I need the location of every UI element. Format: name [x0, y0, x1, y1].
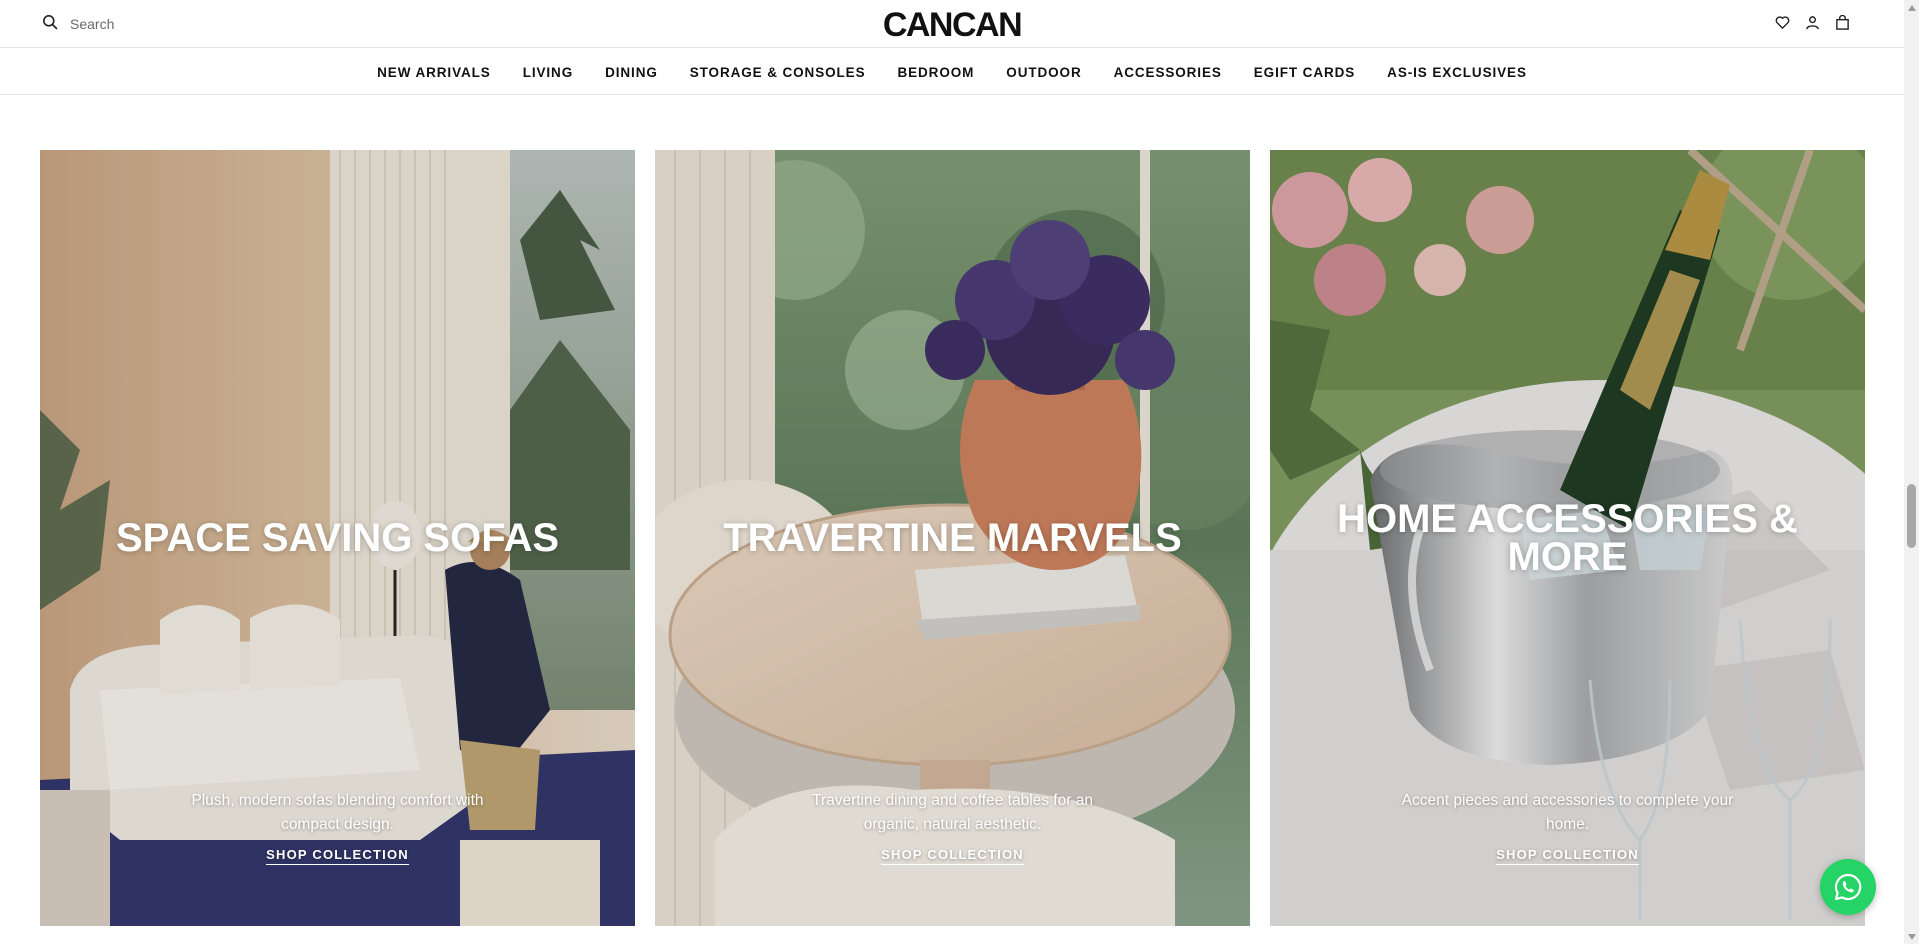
card-title: TRAVERTINE MARVELS: [723, 516, 1182, 560]
heart-icon[interactable]: [1774, 14, 1790, 30]
card-title: HOME ACCESSORIES & MORE: [1337, 497, 1798, 579]
header-actions: [1774, 14, 1850, 30]
collection-cards: SPACE SAVING SOFAS Plush, modern sofas b…: [40, 150, 1866, 926]
nav-item-as-is-exclusives[interactable]: AS-IS EXCLUSIVES: [1387, 65, 1527, 80]
nav-item-new-arrivals[interactable]: NEW ARRIVALS: [377, 65, 491, 80]
cart-icon[interactable]: [1834, 14, 1850, 30]
svg-text:CANCAN: CANCAN: [883, 7, 1021, 41]
account-icon[interactable]: [1804, 14, 1820, 30]
scroll-up-icon[interactable]: [1904, 0, 1919, 15]
nav-item-bedroom[interactable]: BEDROOM: [897, 65, 974, 80]
card-description: Plush, modern sofas blending comfort wit…: [191, 792, 484, 833]
nav-item-egift-cards[interactable]: EGIFT CARDS: [1254, 65, 1355, 80]
card-description: Travertine dining and coffee tables for …: [812, 792, 1093, 833]
shop-collection-link[interactable]: SHOP COLLECTION: [266, 847, 409, 865]
card-title: SPACE SAVING SOFAS: [115, 516, 560, 560]
top-header: CANCAN: [0, 0, 1904, 48]
main-nav: NEW ARRIVALS LIVING DINING STORAGE & CON…: [0, 49, 1904, 95]
scrollbar-thumb[interactable]: [1907, 484, 1916, 548]
page: CANCAN NEW ARRIVALS LIVING DINING STORAG…: [0, 0, 1919, 944]
search-input[interactable]: [70, 16, 270, 32]
cancan-logo: CANCAN: [883, 7, 1023, 41]
search-icon[interactable]: [42, 14, 58, 35]
nav-item-living[interactable]: LIVING: [523, 65, 573, 80]
nav-item-accessories[interactable]: ACCESSORIES: [1114, 65, 1222, 80]
shop-collection-link[interactable]: SHOP COLLECTION: [881, 847, 1024, 865]
collection-card-travertine[interactable]: TRAVERTINE MARVELS Travertine dining and…: [655, 150, 1250, 926]
collection-card-sofas[interactable]: SPACE SAVING SOFAS Plush, modern sofas b…: [40, 150, 635, 926]
page-scrollbar[interactable]: [1904, 0, 1919, 944]
card-description: Accent pieces and accessories to complet…: [1401, 792, 1734, 833]
nav-item-outdoor[interactable]: OUTDOOR: [1006, 65, 1081, 80]
nav-item-storage-consoles[interactable]: STORAGE & CONSOLES: [690, 65, 866, 80]
shop-collection-link[interactable]: SHOP COLLECTION: [1496, 847, 1639, 865]
scroll-down-icon[interactable]: [1904, 929, 1919, 944]
collection-card-accessories[interactable]: HOME ACCESSORIES & MORE Accent pieces an…: [1270, 150, 1865, 926]
search-bar[interactable]: [42, 12, 270, 36]
whatsapp-chat-button[interactable]: [1820, 859, 1876, 915]
nav-item-dining[interactable]: DINING: [605, 65, 658, 80]
brand-logo[interactable]: CANCAN: [872, 7, 1032, 41]
nav-list: NEW ARRIVALS LIVING DINING STORAGE & CON…: [0, 49, 1904, 95]
whatsapp-icon: [1834, 873, 1862, 901]
